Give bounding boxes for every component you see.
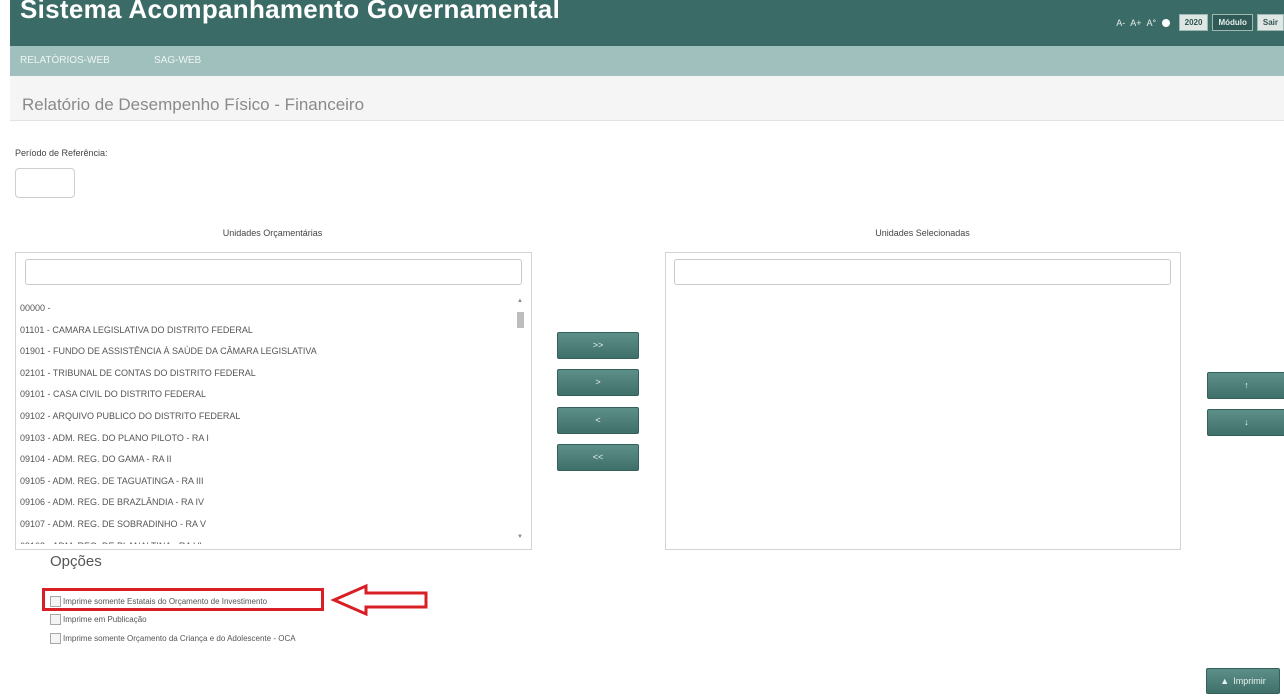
page-title: Relatório de Desempenho Físico - Finance…	[22, 95, 365, 114]
move-all-left-button[interactable]: <<	[557, 444, 639, 471]
exit-button[interactable]: Sair	[1256, 14, 1284, 31]
oca-checkbox[interactable]	[50, 633, 61, 644]
font-size-controls: A- A+ A°	[1116, 18, 1172, 28]
option-label: Imprime em Publicação	[63, 615, 147, 624]
print-button[interactable]: ▲ Imprimir	[1206, 668, 1280, 694]
list-item[interactable]: 02101 - TRIBUNAL DE CONTAS DO DISTRITO F…	[20, 363, 510, 385]
right-filter-input[interactable]	[674, 259, 1171, 285]
list-item[interactable]: 09107 - ADM. REG. DE SOBRADINHO - RA V	[20, 514, 510, 536]
print-label: Imprimir	[1233, 676, 1266, 686]
menu-item-sag-web[interactable]: SAG-WEB	[154, 55, 201, 66]
header-tools: A- A+ A° 2020 Módulo Sair	[1116, 14, 1284, 31]
left-filter-input[interactable]	[25, 259, 522, 285]
list-item[interactable]: 09104 - ADM. REG. DO GAMA - RA II	[20, 449, 510, 471]
unidades-list[interactable]: 00000 - 01101 - CAMARA LEGISLATIVA DO DI…	[20, 298, 510, 544]
year-button[interactable]: 2020	[1178, 14, 1209, 31]
font-reset-button[interactable]: A°	[1147, 18, 1157, 28]
scroll-up-icon[interactable]: ▲	[517, 298, 523, 304]
list-item[interactable]: 01101 - CAMARA LEGISLATIVA DO DISTRITO F…	[20, 320, 510, 342]
app-title: Sistema Acompanhamento Governamental	[20, 0, 561, 24]
module-button[interactable]: Módulo	[1212, 14, 1253, 31]
print-icon: ▲	[1220, 676, 1230, 686]
periodo-input[interactable]	[15, 168, 75, 198]
move-all-right-button[interactable]: >>	[557, 332, 639, 359]
highlight-box	[42, 588, 324, 611]
menu-bar: RELATÓRIOS-WEB SAG-WEB	[10, 46, 1284, 76]
unidades-selecionadas-panel[interactable]	[665, 252, 1181, 550]
list-item[interactable]: 09105 - ADM. REG. DE TAGUATINGA - RA III	[20, 471, 510, 493]
move-left-button[interactable]: <	[557, 407, 639, 434]
option-label: Imprime somente Orçamento da Criança e d…	[63, 634, 296, 643]
list-item[interactable]: 09103 - ADM. REG. DO PLANO PILOTO - RA I	[20, 428, 510, 450]
right-panel-header: Unidades Selecionadas	[875, 228, 970, 238]
publicacao-checkbox[interactable]	[50, 614, 61, 625]
move-down-button[interactable]: ↓	[1207, 409, 1284, 436]
list-item[interactable]: 01901 - FUNDO DE ASSISTÊNCIA À SAÚDE DA …	[20, 341, 510, 363]
periodo-label: Período de Referência:	[15, 148, 108, 158]
scroll-down-icon[interactable]: ▼	[517, 534, 523, 540]
move-up-button[interactable]: ↑	[1207, 372, 1284, 399]
list-scrollbar[interactable]: ▲ ▼	[515, 296, 526, 546]
menu-item-relatorios-web[interactable]: RELATÓRIOS-WEB	[20, 55, 110, 66]
list-item[interactable]: 09101 - CASA CIVIL DO DISTRITO FEDERAL	[20, 384, 510, 406]
scroll-thumb[interactable]	[517, 312, 524, 328]
list-item[interactable]: 00000 -	[20, 298, 510, 320]
window-edge	[0, 0, 10, 696]
option-row: Imprime somente Orçamento da Criança e d…	[50, 633, 296, 644]
list-item[interactable]: 09108 - ADM. REG. DE PLANALTINA - RA VI	[20, 536, 510, 544]
list-item[interactable]: 09106 - ADM. REG. DE BRAZLÂNDIA - RA IV	[20, 492, 510, 514]
contrast-icon[interactable]	[1161, 19, 1170, 28]
pointer-arrow-icon	[330, 583, 428, 617]
app-header: Sistema Acompanhamento Governamental A- …	[10, 0, 1284, 46]
move-right-button[interactable]: >	[557, 369, 639, 396]
option-row: Imprime em Publicação	[50, 614, 147, 625]
font-decrease-button[interactable]: A-	[1116, 18, 1125, 28]
options-title: Opções	[50, 553, 102, 570]
left-panel-header: Unidades Orçamentárias	[222, 228, 323, 238]
font-increase-button[interactable]: A+	[1130, 18, 1141, 28]
list-item[interactable]: 09102 - ARQUIVO PUBLICO DO DISTRITO FEDE…	[20, 406, 510, 428]
